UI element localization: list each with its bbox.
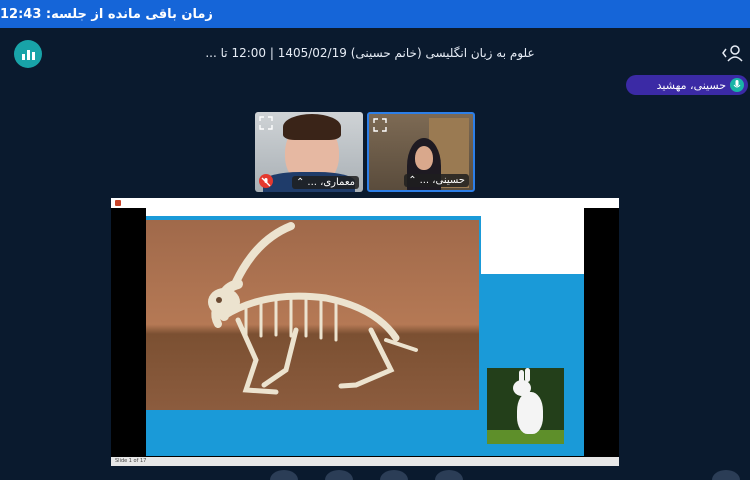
toolbar-button[interactable] xyxy=(380,470,408,480)
shared-screen[interactable]: Slide 1 of 17 xyxy=(111,198,619,466)
mic-muted-icon xyxy=(259,174,273,188)
participant-face xyxy=(415,146,433,170)
presenter-badge[interactable]: حسینی، مهشید xyxy=(626,75,748,95)
shared-window-titlebar xyxy=(111,198,619,208)
toolbar-button[interactable] xyxy=(270,470,298,480)
expand-icon[interactable] xyxy=(258,115,274,131)
slide-status-bar: Slide 1 of 17 xyxy=(111,457,619,466)
participant-name: حسینی، ... xyxy=(419,175,465,186)
slide-header-band xyxy=(146,208,584,216)
rabbit-body xyxy=(517,392,543,434)
meeting-title: علوم به زبان انگلیسی (خانم حسینی) 1405/0… xyxy=(205,46,535,60)
rabbit-ear xyxy=(519,370,524,384)
expand-icon[interactable] xyxy=(372,117,388,133)
presenter-name: حسینی، مهشید xyxy=(656,78,726,92)
participant-video-tile[interactable]: معماری، ... ⌃ xyxy=(255,112,363,192)
slide-text-panel xyxy=(481,216,584,274)
toolbar-button[interactable] xyxy=(712,470,740,480)
bottom-toolbar xyxy=(0,470,750,480)
toolbar-button[interactable] xyxy=(435,470,463,480)
presentation-slide xyxy=(146,208,584,456)
slide-counter: Slide 1 of 17 xyxy=(115,458,147,464)
white-rabbit-image xyxy=(487,368,564,444)
chevron-up-icon[interactable]: ⌃ xyxy=(296,176,304,189)
rabbit-skeleton-image xyxy=(146,220,479,410)
participant-name-tag: معماری، ... ⌃ xyxy=(292,176,359,189)
toolbar-button[interactable] xyxy=(325,470,353,480)
user-chevron-icon[interactable] xyxy=(720,42,744,64)
powerpoint-icon xyxy=(115,200,121,206)
time-remaining-bar: زمان باقی مانده از جلسه: 12:43 xyxy=(0,0,750,28)
participant-name-tag: حسینی، ... ⌃ xyxy=(404,174,469,187)
stats-bars-icon[interactable] xyxy=(14,40,42,68)
meeting-header: علوم به زبان انگلیسی (خانم حسینی) 1405/0… xyxy=(0,38,750,68)
chevron-up-icon[interactable]: ⌃ xyxy=(408,174,416,187)
participant-video-tile[interactable]: حسینی، ... ⌃ xyxy=(367,112,475,192)
participant-hair xyxy=(283,114,341,140)
rabbit-ear xyxy=(525,368,530,382)
microphone-icon xyxy=(730,78,744,92)
time-remaining-label: زمان باقی مانده از جلسه: 12:43 xyxy=(0,6,213,22)
participant-name: معماری، ... xyxy=(307,177,355,188)
